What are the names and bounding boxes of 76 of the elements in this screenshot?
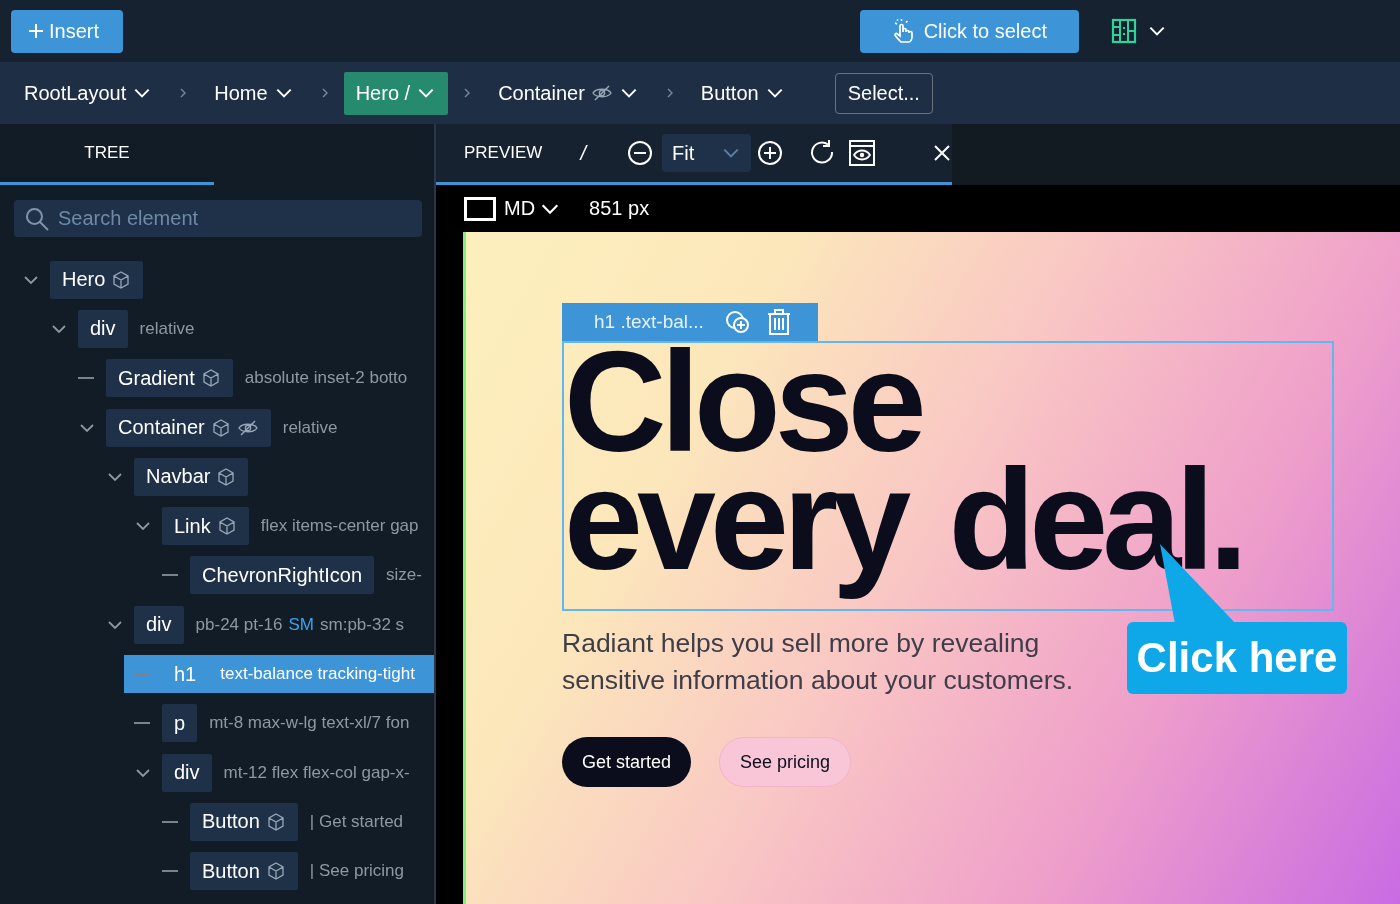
cube-icon <box>216 466 237 487</box>
tree-node-label[interactable]: Link <box>162 507 249 546</box>
class-names: text-balance tracking-tight <box>220 664 415 684</box>
screen-icon <box>464 196 496 221</box>
tree-row[interactable]: Link flex items-center gap <box>124 507 434 546</box>
trash-icon[interactable] <box>765 308 792 336</box>
tree-node-label[interactable]: ChevronRightIcon <box>190 556 375 595</box>
tree-row[interactable]: Button | See pricing <box>152 852 434 891</box>
class-names: sm:pb-32 s <box>320 614 405 635</box>
tree-node-label[interactable]: div <box>162 753 212 792</box>
tree-node-label[interactable]: Container <box>106 408 271 447</box>
class-names: mt-8 max-w-lg text-xl/7 fon <box>209 713 410 734</box>
cube-icon <box>200 368 221 389</box>
tree-row[interactable]: Gradient absolute inset-2 botto <box>68 359 434 398</box>
search-input[interactable]: Search element <box>56 206 412 231</box>
tree-row[interactable]: Container relative <box>68 408 434 447</box>
search-icon <box>24 205 50 232</box>
zoom-in-icon[interactable] <box>756 139 784 167</box>
eye-frame-icon[interactable] <box>848 139 876 167</box>
dash-icon <box>134 672 150 676</box>
breakpoint-dropdown[interactable]: MD <box>504 197 562 220</box>
breadcrumb-item[interactable]: Button <box>688 71 797 115</box>
page-path: / <box>580 141 586 165</box>
class-names: absolute inset-2 botto <box>244 368 408 389</box>
hero-paragraph: Radiant helps you sell more by revealing sensitive information about your customers. <box>562 627 1075 697</box>
layout-menu-button[interactable] <box>1111 18 1167 44</box>
tree-node-label[interactable]: Button <box>190 802 298 841</box>
plus-icon <box>27 22 45 40</box>
tree-node-label[interactable]: div <box>78 309 128 348</box>
breakpoint-tag: SM <box>288 614 315 635</box>
zoom-out-icon[interactable] <box>625 139 654 167</box>
layout-icon <box>1111 18 1137 44</box>
cube-icon <box>216 516 237 537</box>
class-names: relative <box>139 318 195 339</box>
selected-element-name: h1 .text-bal... <box>594 311 704 333</box>
tree-node-label[interactable]: div <box>134 605 184 644</box>
cube-icon <box>210 417 231 438</box>
class-names: size- <box>386 565 422 586</box>
preview-tab[interactable]: PREVIEW <box>436 143 543 163</box>
headline: Close every deal. <box>562 341 1334 611</box>
pricing-button[interactable]: See pricing <box>719 737 852 787</box>
class-names: relative <box>282 417 338 438</box>
tree-row[interactable]: Hero <box>12 260 434 299</box>
tree-node-label[interactable]: Hero <box>50 260 144 299</box>
class-names: | See pricing <box>309 861 405 882</box>
tree-row[interactable]: div relative <box>40 309 434 348</box>
select-button[interactable]: Select... <box>834 72 933 114</box>
breadcrumb-item[interactable]: Home <box>202 71 306 115</box>
tree-row[interactable]: Navbar <box>96 457 434 496</box>
get-started-button[interactable]: Get started <box>562 737 692 787</box>
hand-pointer-icon <box>891 18 916 44</box>
tree-tab[interactable]: TREE <box>0 124 214 185</box>
tree-row[interactable]: ChevronRightIcon size- <box>152 556 434 595</box>
class-names: pb-24 pt-16 <box>195 614 283 635</box>
viewport-width: 851 px <box>589 197 650 220</box>
close-icon[interactable] <box>932 143 952 163</box>
tree-node-label[interactable]: Gradient <box>106 359 233 398</box>
cube-icon <box>111 269 132 290</box>
tree-node-label[interactable]: Navbar <box>134 457 249 496</box>
zoom-dropdown[interactable]: Fit <box>661 134 751 172</box>
search-field[interactable]: Search element <box>14 200 422 237</box>
tree-row[interactable]: p mt-8 max-w-lg text-xl/7 fon <box>124 704 434 743</box>
breadcrumb-item[interactable]: RootLayout <box>12 71 165 115</box>
tree-row[interactable]: Button | Get started <box>152 802 434 841</box>
tree-row[interactable]: div pb-24 pt-16 SM sm:pb-32 s <box>96 605 434 644</box>
tree-node-label[interactable]: Button <box>190 852 298 891</box>
tree-row[interactable]: div mt-12 flex flex-col gap-x- <box>124 753 434 792</box>
cube-icon <box>265 811 286 832</box>
duplicate-icon[interactable] <box>723 308 752 336</box>
class-names: mt-12 flex flex-col gap-x- <box>223 762 410 783</box>
breadcrumb-item[interactable]: Hero / <box>343 71 449 115</box>
tree-node-label[interactable]: p <box>162 704 198 743</box>
breadcrumb-item[interactable]: Container <box>486 71 651 115</box>
class-names: | Get started <box>309 811 404 832</box>
cube-icon <box>265 861 286 882</box>
class-names: flex items-center gap <box>260 516 419 537</box>
